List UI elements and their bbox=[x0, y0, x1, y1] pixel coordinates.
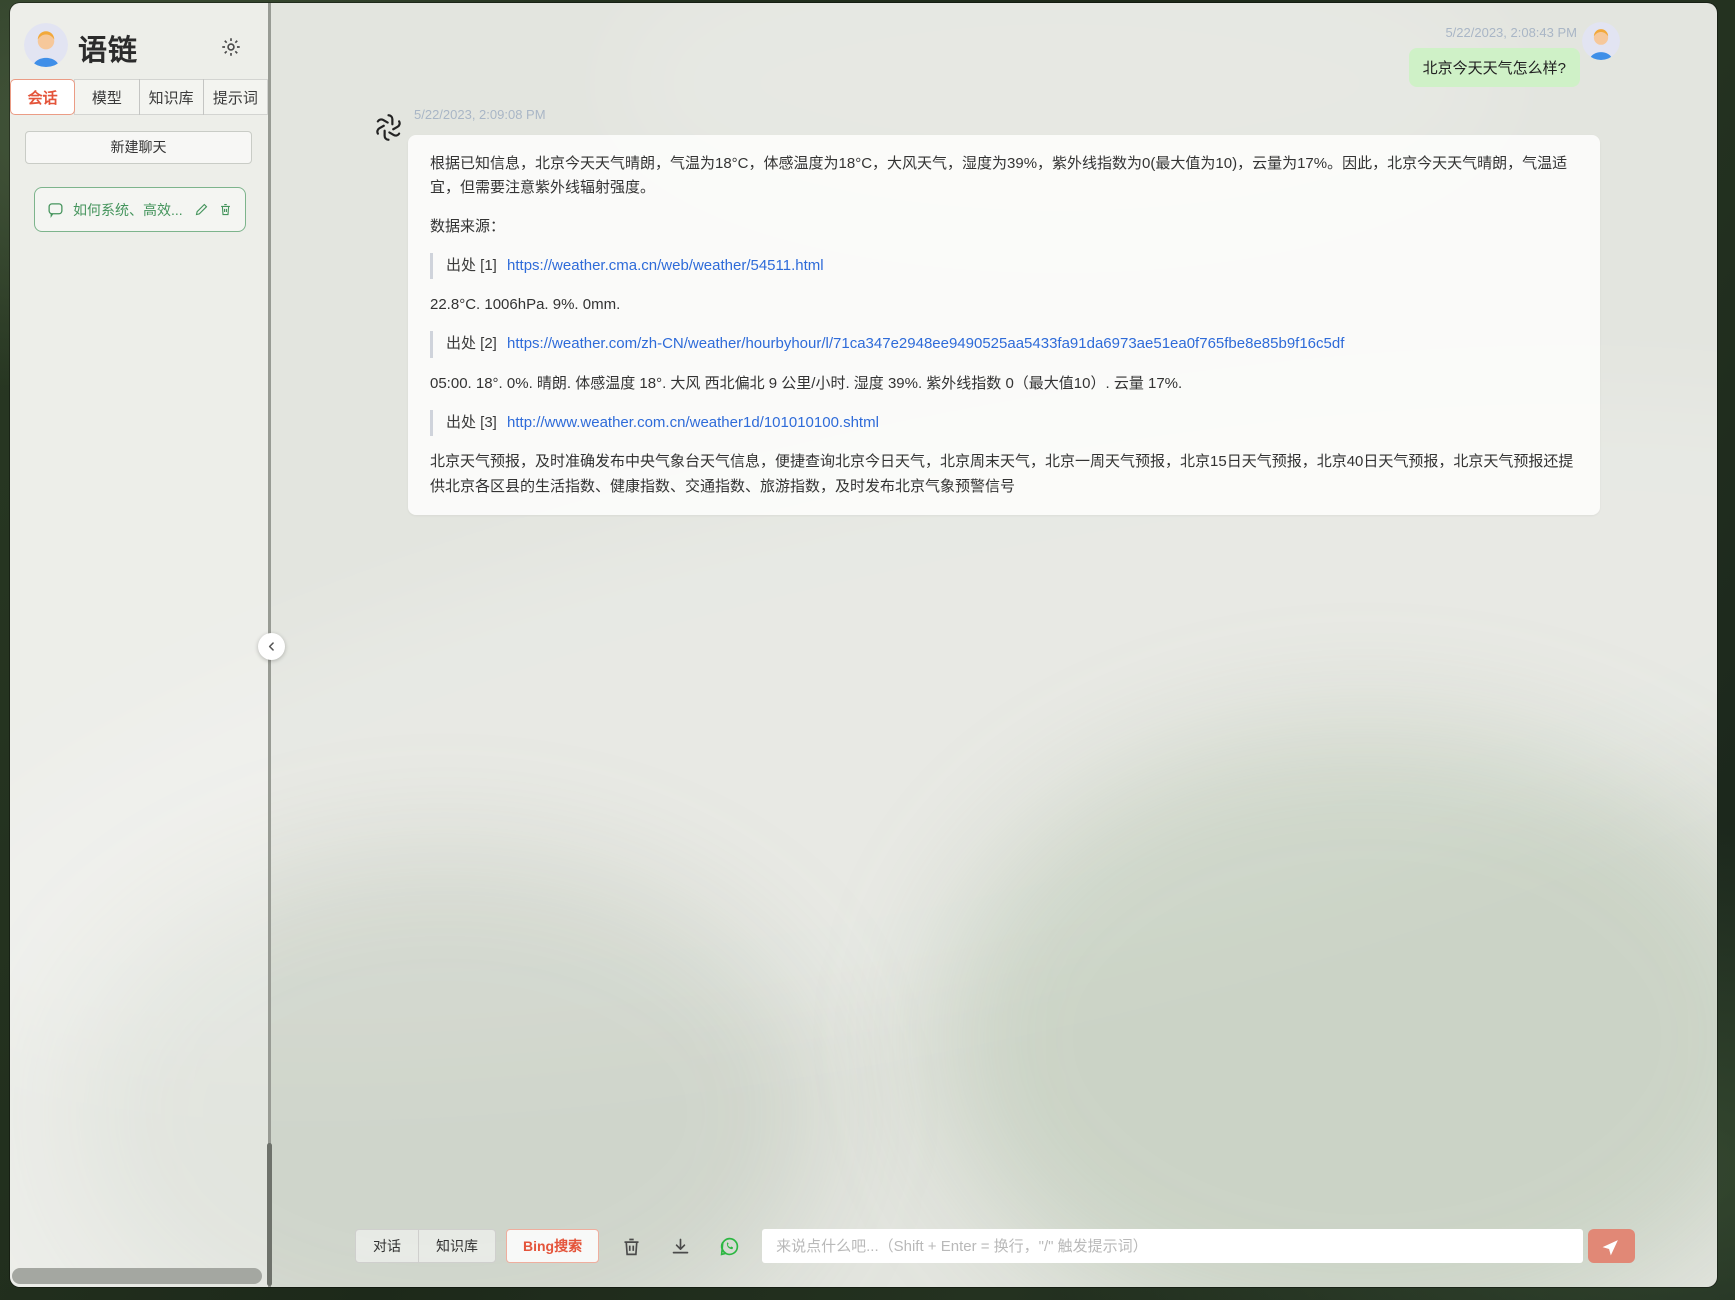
delete-icon[interactable] bbox=[218, 202, 233, 217]
citation-label: 出处 [3] bbox=[446, 414, 497, 432]
sources-label: 数据来源： bbox=[430, 217, 506, 235]
citation-link[interactable]: https://weather.cma.cn/web/weather/54511… bbox=[507, 257, 824, 274]
assistant-intro-text: 根据已知信息，北京今天天气晴朗，气温为18°C，体感温度为18°C，大风天气，湿… bbox=[430, 155, 1568, 197]
citation-excerpt: 22.8°C. 1006hPa. 9%. 0mm. bbox=[430, 296, 621, 314]
tab-conversations[interactable]: 会话 bbox=[10, 79, 76, 115]
mode-knowledge-base-button[interactable]: 知识库 bbox=[418, 1229, 496, 1263]
user-message-text: 北京今天天气怎么样? bbox=[1422, 60, 1566, 77]
send-icon bbox=[1602, 1240, 1618, 1256]
user-message-timestamp: 5/22/2023, 2:08:43 PM bbox=[1445, 25, 1577, 40]
user-avatar bbox=[24, 23, 68, 67]
tab-knowledge-base[interactable]: 知识库 bbox=[138, 79, 204, 115]
scrollbar-thumb[interactable] bbox=[267, 1143, 272, 1286]
app-title: 语链 bbox=[78, 35, 139, 67]
citation-label: 出处 [2] bbox=[446, 335, 497, 353]
openai-logo-icon bbox=[373, 112, 404, 143]
clear-chat-icon[interactable] bbox=[621, 1236, 642, 1257]
citation-excerpt: 北京天气预报，及时准确发布中央气象台天气信息，便捷查询北京今日天气，北京周末天气… bbox=[430, 453, 1574, 495]
citation-1: 出处 [1] https://weather.cma.cn/web/weathe… bbox=[430, 252, 1578, 280]
tab-prompts[interactable]: 提示词 bbox=[202, 79, 268, 115]
bing-search-button[interactable]: Bing搜索 bbox=[506, 1229, 600, 1263]
download-icon[interactable] bbox=[670, 1236, 691, 1257]
input-toolbar: 对话 知识库 Bing搜索 bbox=[355, 1229, 1635, 1263]
citation-link[interactable]: https://weather.com/zh-CN/weather/hourby… bbox=[507, 335, 1344, 352]
citation-2: 出处 [2] https://weather.com/zh-CN/weather… bbox=[430, 331, 1578, 358]
mode-dialog-button[interactable]: 对话 bbox=[355, 1229, 419, 1263]
conversation-title: 如何系统、高效... bbox=[73, 201, 183, 218]
citation-link[interactable]: http://www.weather.com.cn/weather1d/1010… bbox=[507, 414, 879, 431]
new-chat-button[interactable]: 新建聊天 bbox=[25, 131, 252, 164]
tab-models[interactable]: 模型 bbox=[74, 79, 140, 115]
user-avatar bbox=[1582, 22, 1620, 60]
sidebar-horizontal-scrollbar[interactable] bbox=[12, 1268, 262, 1284]
sidebar-tabs: 会话 模型 知识库 提示词 bbox=[10, 79, 268, 115]
gear-icon[interactable] bbox=[220, 36, 242, 58]
app-window: 语链 会话 模型 知识库 提示词 新建聊天 如何系统、高效... 5/22/20… bbox=[10, 3, 1717, 1287]
citation-3: 出处 [3] http://www.weather.com.cn/weather… bbox=[430, 410, 1578, 437]
sidebar: 语链 会话 模型 知识库 提示词 新建聊天 如何系统、高效... bbox=[10, 3, 268, 1287]
whatsapp-icon[interactable] bbox=[719, 1236, 740, 1257]
citation-label: 出处 [1] bbox=[446, 256, 497, 274]
edit-icon[interactable] bbox=[194, 202, 209, 217]
mode-switcher: 对话 知识库 bbox=[355, 1229, 496, 1263]
assistant-message-timestamp: 5/22/2023, 2:09:08 PM bbox=[414, 107, 546, 122]
chat-bubble-icon bbox=[48, 203, 63, 218]
message-input[interactable] bbox=[762, 1229, 1583, 1263]
assistant-message-card: 根据已知信息，北京今天天气晴朗，气温为18°C，体感温度为18°C，大风天气，湿… bbox=[408, 135, 1600, 515]
background-leaf-decoration bbox=[937, 727, 1717, 1287]
conversation-item[interactable]: 如何系统、高效... bbox=[34, 187, 246, 232]
citation-excerpt: 05:00. 18°. 0%. 晴朗. 体感温度 18°. 大风 西北偏北 9 … bbox=[430, 374, 1183, 392]
chevron-left-icon bbox=[268, 642, 274, 651]
send-button[interactable] bbox=[1588, 1229, 1635, 1263]
user-message-bubble: 北京今天天气怎么样? bbox=[1408, 48, 1580, 87]
sidebar-collapse-button[interactable] bbox=[258, 633, 285, 660]
